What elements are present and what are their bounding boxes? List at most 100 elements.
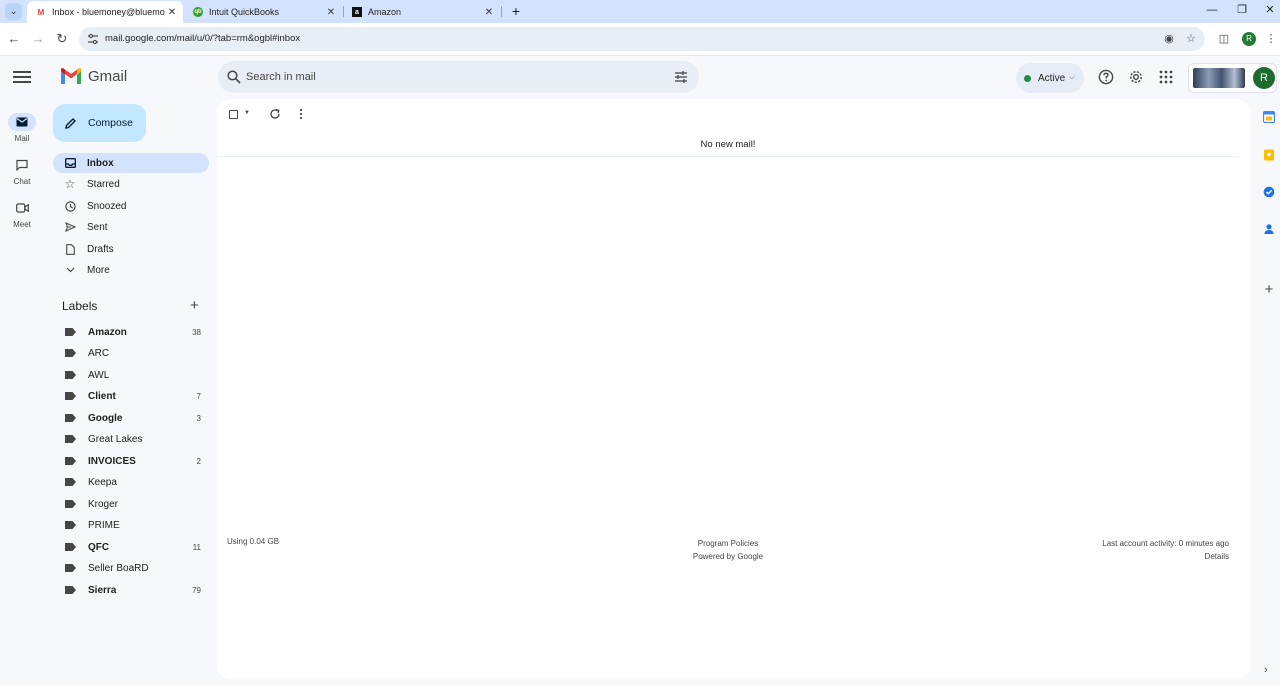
nav-item-sent[interactable]: Sent xyxy=(53,217,209,237)
nav-item-label: Starred xyxy=(87,178,120,190)
account-switcher[interactable]: R xyxy=(1188,63,1277,93)
label-name: Great Lakes xyxy=(88,433,143,445)
label-count: 38 xyxy=(192,327,201,337)
label-tag-icon xyxy=(65,435,76,443)
nav-item-inbox[interactable]: Inbox xyxy=(53,153,209,173)
label-item[interactable]: Google 3 xyxy=(53,408,209,428)
label-name: PRIME xyxy=(88,519,120,531)
close-tab-icon[interactable]: ✕ xyxy=(324,7,338,18)
tab-gmail[interactable]: M Inbox - bluemoney@bluemoné ✕ xyxy=(27,1,183,23)
label-tag-icon xyxy=(65,457,76,465)
label-item[interactable]: Great Lakes xyxy=(53,429,209,449)
amazon-favicon-icon: a xyxy=(352,7,362,17)
rail-meet[interactable]: Meet xyxy=(0,199,44,229)
apps-grid-icon[interactable] xyxy=(1158,69,1174,85)
close-tab-icon[interactable]: ✕ xyxy=(482,7,496,18)
browser-profile-avatar[interactable]: R xyxy=(1242,32,1256,46)
nav-item-label: Inbox xyxy=(87,157,114,169)
rail-mail[interactable]: Mail xyxy=(0,113,44,143)
compose-button[interactable]: Compose xyxy=(53,104,146,142)
url-text: mail.google.com/mail/u/0/?tab=rm&ogbl#in… xyxy=(105,33,301,44)
select-menu-caret-icon[interactable]: ▼ xyxy=(244,110,250,116)
keep-icon[interactable] xyxy=(1262,148,1276,162)
main-pane: ▼ No new mail! Using 0.04 GB Program Pol… xyxy=(217,99,1251,679)
back-button[interactable]: ← xyxy=(5,30,23,48)
reload-button[interactable]: ↻ xyxy=(53,30,71,48)
site-settings-icon[interactable] xyxy=(87,33,99,45)
calendar-icon[interactable] xyxy=(1262,110,1276,124)
label-item[interactable]: AWL xyxy=(53,365,209,385)
label-count: 11 xyxy=(192,542,201,552)
tab-quickbooks[interactable]: qb Intuit QuickBooks ✕ xyxy=(184,1,342,23)
settings-gear-icon[interactable] xyxy=(1128,69,1144,85)
tab-separator xyxy=(501,6,502,17)
divider xyxy=(217,156,1239,157)
label-name: Client xyxy=(88,390,116,402)
label-item[interactable]: QFC 11 xyxy=(53,537,209,557)
select-all-checkbox[interactable] xyxy=(229,110,238,119)
label-count: 79 xyxy=(192,585,201,595)
close-window-button[interactable]: ✕ xyxy=(1254,0,1280,23)
add-label-button[interactable]: + xyxy=(190,298,199,313)
nav-item-starred[interactable]: ☆ Starred xyxy=(53,174,209,194)
help-icon[interactable] xyxy=(1098,69,1114,85)
clock-icon xyxy=(64,200,76,212)
details-link[interactable]: Details xyxy=(1102,550,1229,563)
status-selector[interactable]: Active ⌵ xyxy=(1016,63,1084,93)
more-options-icon[interactable] xyxy=(298,108,304,120)
label-tag-icon xyxy=(65,521,76,529)
label-item[interactable]: Sierra 79 xyxy=(53,580,209,600)
browser-menu-icon[interactable]: ⋮ xyxy=(1262,30,1280,48)
label-item[interactable]: INVOICES 2 xyxy=(53,451,209,471)
bookmark-star-icon[interactable]: ☆ xyxy=(1184,32,1198,46)
label-item[interactable]: Keepa xyxy=(53,472,209,492)
label-name: INVOICES xyxy=(88,455,136,467)
tab-search-button[interactable]: ⌄ xyxy=(5,3,22,20)
nav-item-snoozed[interactable]: Snoozed xyxy=(53,196,209,216)
tab-title: Intuit QuickBooks xyxy=(209,7,280,17)
gmail-logo-icon[interactable] xyxy=(60,67,82,85)
account-avatar[interactable]: R xyxy=(1253,67,1275,89)
side-panel-icon[interactable]: ◫ xyxy=(1215,30,1233,48)
last-activity-text: Last account activity: 0 minutes ago xyxy=(1102,539,1229,548)
label-item[interactable]: Seller BoaRD xyxy=(53,558,209,578)
label-item[interactable]: Amazon 38 xyxy=(53,322,209,342)
label-item[interactable]: ARC xyxy=(53,343,209,363)
label-name: AWL xyxy=(88,369,110,381)
program-policies-link[interactable]: Program Policies xyxy=(677,537,779,550)
label-tag-icon xyxy=(65,349,76,357)
search-bar[interactable]: Search in mail xyxy=(218,61,699,93)
label-item[interactable]: Client 7 xyxy=(53,386,209,406)
rail-chat[interactable]: Chat xyxy=(0,156,44,186)
tasks-icon[interactable] xyxy=(1262,185,1276,199)
search-input[interactable]: Search in mail xyxy=(246,61,316,93)
nav-item-more[interactable]: More xyxy=(53,260,209,280)
forward-button[interactable]: → xyxy=(29,30,47,48)
label-name: Google xyxy=(88,412,123,424)
nav-item-label: Drafts xyxy=(87,243,114,255)
close-tab-icon[interactable]: ✕ xyxy=(165,7,179,18)
label-tag-icon xyxy=(65,543,76,551)
new-tab-button[interactable]: + xyxy=(508,2,524,20)
label-tag-icon xyxy=(65,478,76,486)
minimize-button[interactable]: — xyxy=(1196,0,1228,23)
eye-icon[interactable]: ◉ xyxy=(1162,32,1176,46)
address-bar[interactable]: mail.google.com/mail/u/0/?tab=rm&ogbl#in… xyxy=(79,27,1205,51)
chat-icon xyxy=(16,159,28,171)
tab-title: Inbox - bluemoney@bluemoné xyxy=(52,7,165,17)
add-addon-button[interactable]: + xyxy=(1262,282,1276,297)
status-dot-icon xyxy=(1024,74,1031,82)
label-item[interactable]: PRIME xyxy=(53,515,209,535)
nav-item-drafts[interactable]: Drafts xyxy=(53,239,209,259)
label-item[interactable]: Kroger xyxy=(53,494,209,514)
label-name: ARC xyxy=(88,347,110,359)
search-options-icon[interactable] xyxy=(674,70,688,84)
tab-amazon[interactable]: a Amazon ✕ xyxy=(343,1,500,23)
main-menu-icon[interactable] xyxy=(13,68,31,86)
search-icon[interactable] xyxy=(227,70,241,84)
expand-side-panel-icon[interactable]: › xyxy=(1264,664,1268,676)
app-name: Gmail xyxy=(88,68,128,85)
contacts-icon[interactable] xyxy=(1262,222,1276,236)
refresh-icon[interactable] xyxy=(269,108,281,120)
footer-right: Last account activity: 0 minutes ago Det… xyxy=(1102,537,1229,563)
